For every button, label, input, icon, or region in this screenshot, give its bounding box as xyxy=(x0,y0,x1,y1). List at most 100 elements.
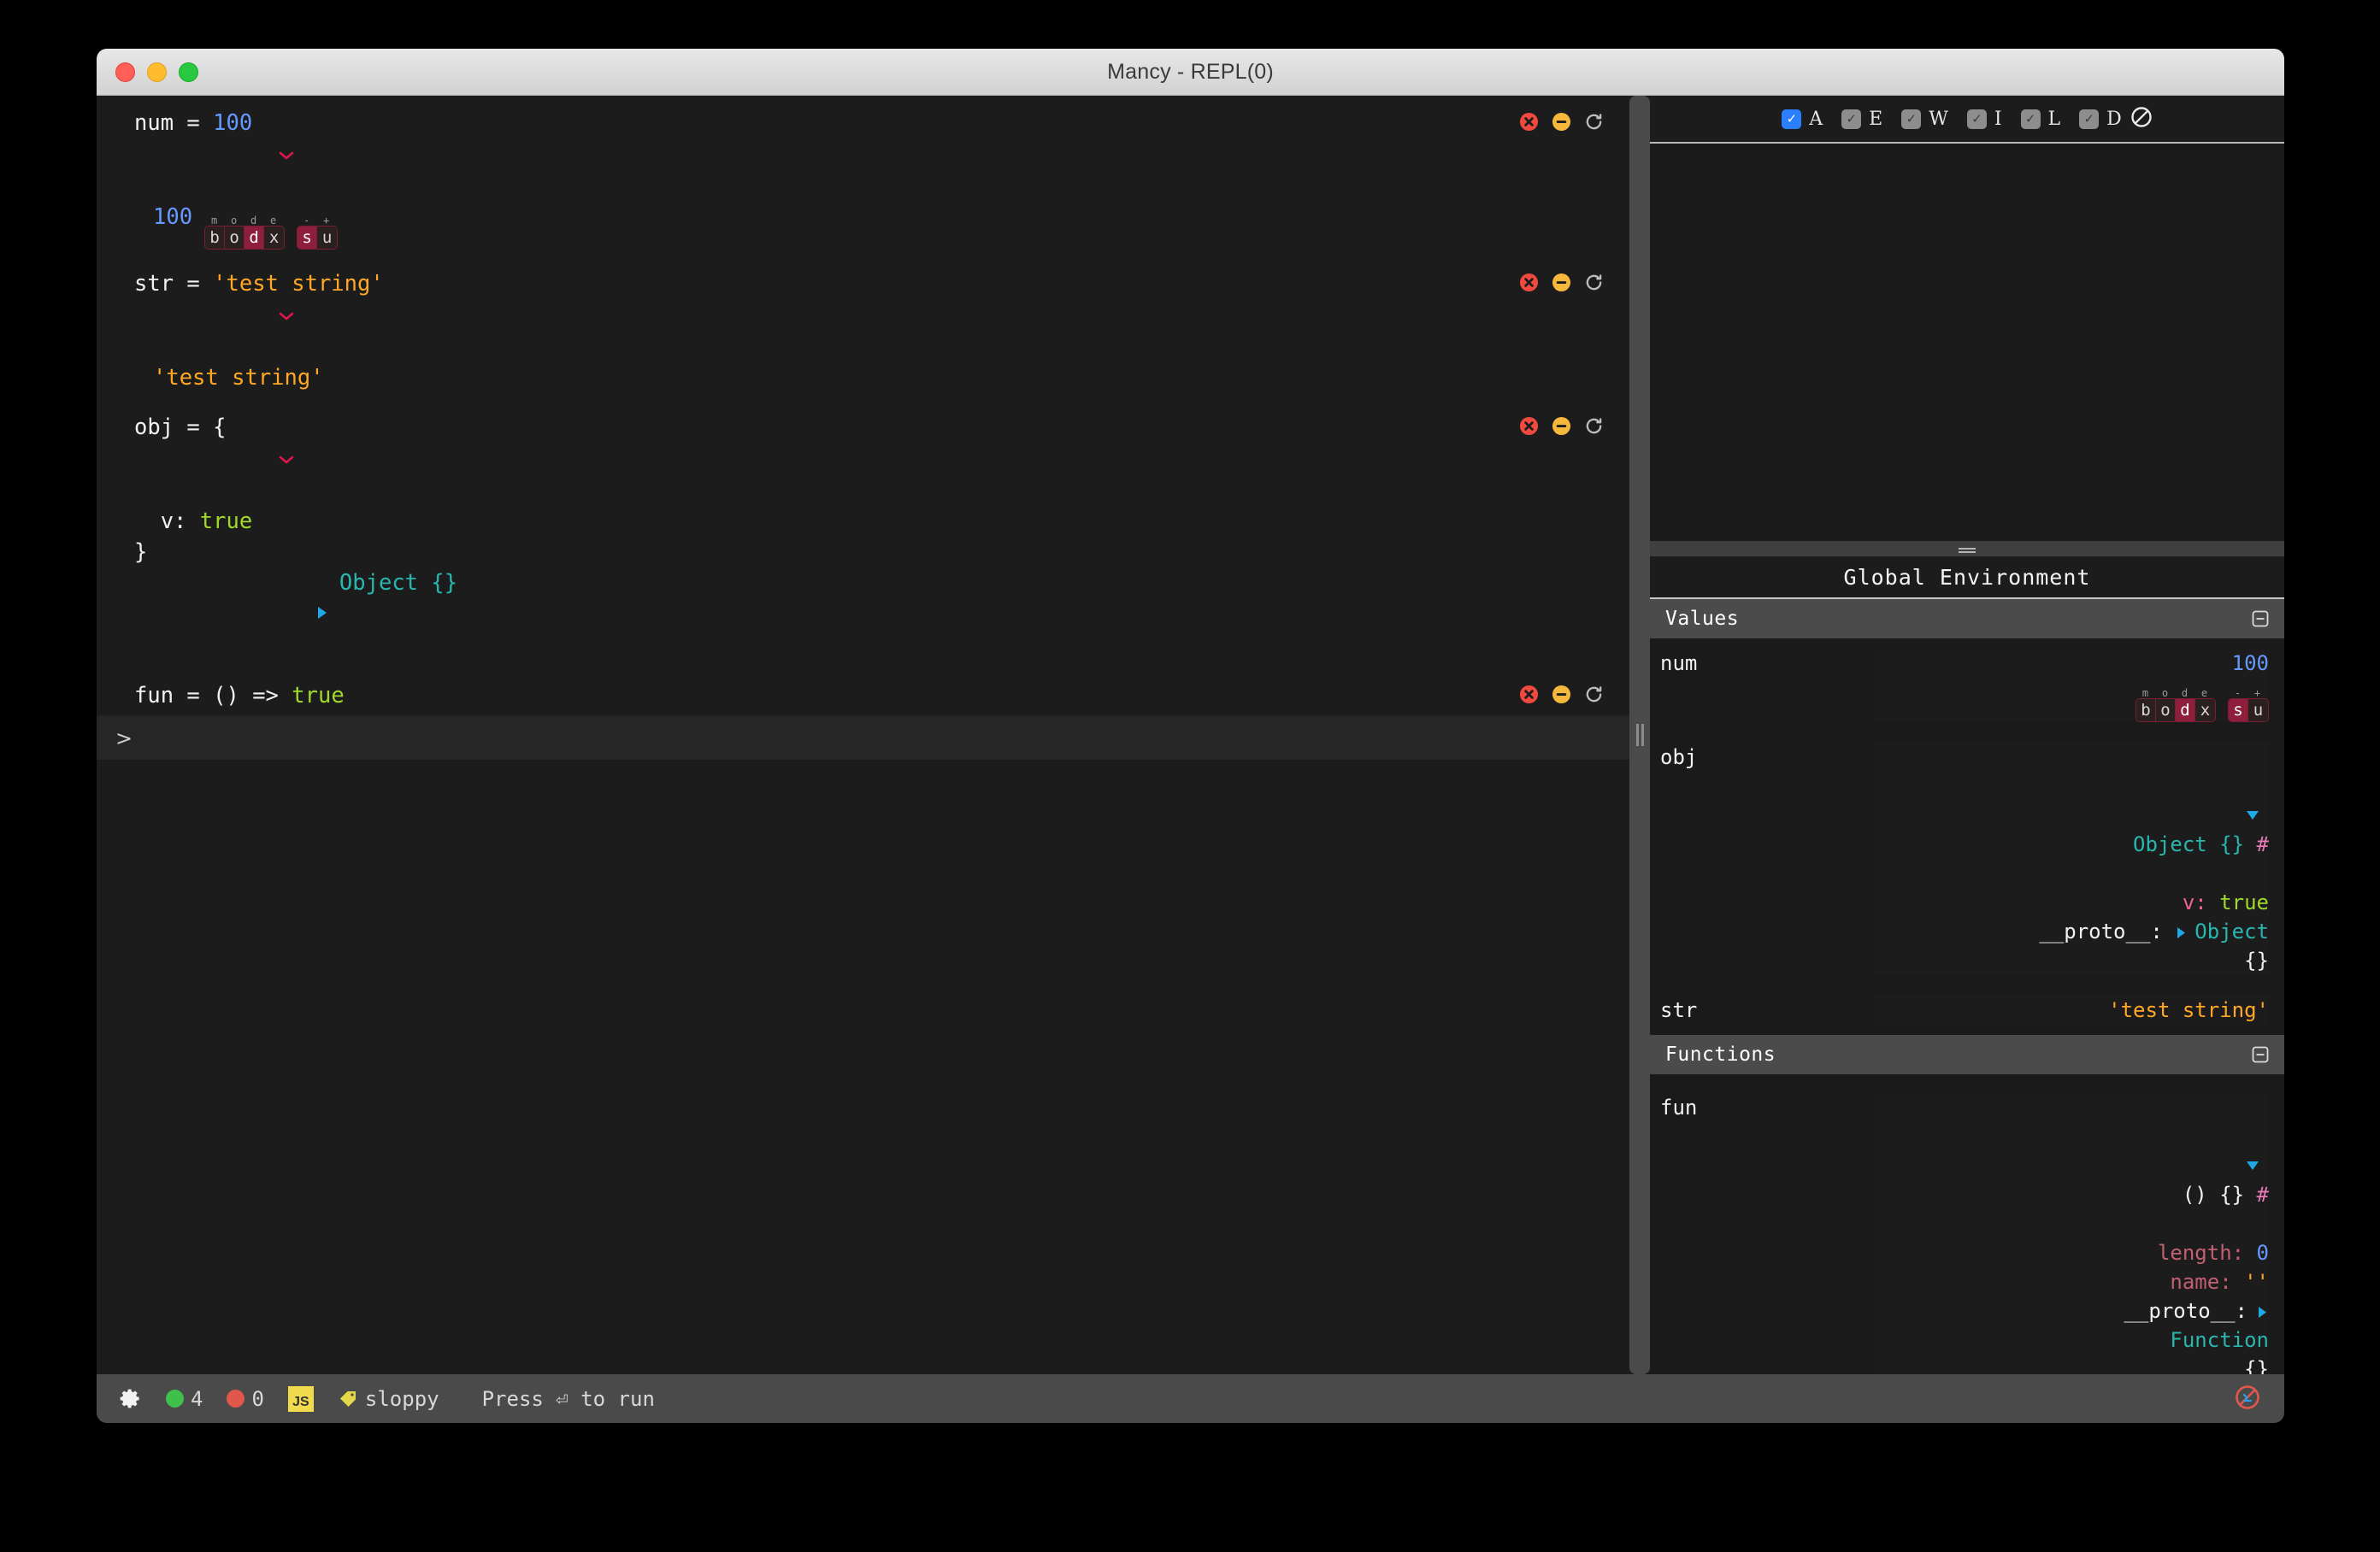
warning-icon[interactable] xyxy=(1552,685,1571,704)
filter-warn[interactable]: ✓ W xyxy=(1901,109,1948,130)
repl-input-name: num xyxy=(134,110,174,136)
env-row-str[interactable]: str 'test string' xyxy=(1650,985,2284,1035)
sign-cell-s[interactable]: s xyxy=(2229,699,2248,721)
filter-debug[interactable]: ✓ D xyxy=(2079,109,2122,130)
collapse-chevron-icon[interactable] xyxy=(97,109,294,202)
env-prop-key: name: xyxy=(2170,1270,2245,1294)
error-count: 0 xyxy=(227,1387,264,1411)
env-prop-key: length: xyxy=(2157,1241,2257,1265)
base-cell-d[interactable]: d xyxy=(244,226,265,249)
reload-icon[interactable] xyxy=(1584,416,1604,436)
tag-icon xyxy=(339,1390,356,1407)
base-cell-b[interactable]: b xyxy=(2136,699,2156,721)
base-cell-d[interactable]: d xyxy=(2176,699,2195,721)
filter-label: I xyxy=(1994,108,2002,130)
env-row-obj[interactable]: obj Object {} # v: true __proto__: Objec… xyxy=(1650,732,2284,985)
section-header-values[interactable]: Values xyxy=(1650,599,2284,638)
sign-cell-u[interactable]: u xyxy=(2248,699,2268,721)
collapse-chevron-icon[interactable] xyxy=(97,682,134,715)
base-cell-b[interactable]: b xyxy=(205,226,226,249)
checkbox-checked-icon[interactable]: ✓ xyxy=(1966,109,1987,129)
warning-icon[interactable] xyxy=(1552,416,1571,436)
base-cell-x[interactable]: x xyxy=(2195,699,2215,721)
clear-all-button[interactable] xyxy=(2235,1384,2260,1414)
filter-all[interactable]: ✓ A xyxy=(1782,109,1823,130)
reload-icon[interactable] xyxy=(1584,112,1604,132)
repl-input-value: 'test string' xyxy=(213,271,384,297)
warning-icon[interactable] xyxy=(1552,112,1571,132)
collapse-section-icon[interactable] xyxy=(2252,610,2269,627)
numeric-mode-badge[interactable]: mode b o d x - + s u xyxy=(204,215,339,250)
reload-icon[interactable] xyxy=(1584,685,1604,704)
section-title: Functions xyxy=(1665,1043,1776,1066)
checkbox-checked-icon[interactable]: ✓ xyxy=(2079,109,2100,129)
no-entry-icon xyxy=(2131,107,2152,127)
env-var-value: 'test string' xyxy=(1874,996,2269,1025)
env-var-value: 100 mode b o d x - + s u xyxy=(1874,649,2269,722)
reload-icon[interactable] xyxy=(1584,273,1604,292)
clear-console-button[interactable] xyxy=(2130,106,2153,132)
numeric-mode-badge[interactable]: mode b o d x - + s u xyxy=(2136,688,2269,722)
checkbox-checked-icon[interactable]: ✓ xyxy=(1841,109,1862,129)
error-icon[interactable] xyxy=(1519,112,1539,132)
mode-indicator[interactable]: sloppy xyxy=(338,1387,439,1411)
expand-triangle-icon[interactable] xyxy=(2247,1299,2269,1323)
number-base-group[interactable]: mode b o d x xyxy=(204,215,286,250)
js-badge-icon: JS xyxy=(287,1385,314,1412)
repl-input-prompt[interactable]: > xyxy=(97,715,1629,760)
env-row-fun[interactable]: fun () {} # length: 0 name: '' __proto__… xyxy=(1650,1074,2284,1374)
collapse-section-icon[interactable] xyxy=(2252,1046,2269,1063)
language-indicator[interactable]: JS xyxy=(287,1385,314,1412)
log-filter-toolbar: ✓ A ✓ E ✓ W ✓ I ✓ L ✓ D xyxy=(1650,96,2284,144)
number-sign-group[interactable]: - + s u xyxy=(2228,688,2269,722)
repl-input-value: 100 xyxy=(213,110,253,136)
sign-cell-s[interactable]: s xyxy=(298,226,318,249)
filter-error[interactable]: ✓ E xyxy=(1841,109,1882,130)
pane-splitter[interactable] xyxy=(1629,96,1650,1374)
repl-output-scroll[interactable]: num = 100 100 mode b o d x - + s u str =… xyxy=(97,96,1629,715)
checkbox-checked-icon[interactable]: ✓ xyxy=(2020,109,2041,129)
repl-input-line: num = 100 xyxy=(97,108,1629,202)
environment-scroll[interactable]: Values num 100 m o d e b o d x - + s u o… xyxy=(1650,599,2284,1374)
number-base-label: mode xyxy=(210,215,277,226)
collapse-chevron-icon[interactable] xyxy=(97,270,294,362)
expand-triangle-icon[interactable] xyxy=(2175,920,2194,944)
base-cell-o[interactable]: o xyxy=(2156,699,2176,721)
error-icon[interactable] xyxy=(1519,416,1539,436)
filter-info[interactable]: ✓ I xyxy=(1966,108,2002,130)
checkbox-checked-icon[interactable]: ✓ xyxy=(1901,109,1922,129)
run-hint-text: Press ⏎ to run xyxy=(481,1386,655,1411)
console-output-area[interactable] xyxy=(1650,144,2284,541)
inspector-resize-handle[interactable] xyxy=(1650,541,2284,556)
section-title: Values xyxy=(1665,608,1740,630)
collapse-chevron-icon[interactable] xyxy=(97,414,294,506)
number-sign-cells[interactable]: s u xyxy=(297,226,339,250)
sign-cell-u[interactable]: u xyxy=(317,226,338,249)
number-sign-cells[interactable]: s u xyxy=(2228,698,2269,722)
hash-icon: # xyxy=(2256,1183,2269,1207)
settings-button[interactable] xyxy=(119,1387,142,1410)
filter-log[interactable]: ✓ L xyxy=(2020,108,2061,130)
base-cell-o[interactable]: o xyxy=(225,226,245,249)
base-cell-x[interactable]: x xyxy=(264,226,285,249)
repl-input-eq: = xyxy=(186,683,200,708)
repl-output-line: Object {} xyxy=(97,567,1629,661)
number-base-cells[interactable]: b o d x xyxy=(204,226,286,250)
section-header-functions[interactable]: Functions xyxy=(1650,1035,2284,1074)
repl-output-value: 'test string' xyxy=(153,365,324,391)
environment-title: Global Environment xyxy=(1650,556,2284,599)
error-icon[interactable] xyxy=(1519,685,1539,704)
error-icon[interactable] xyxy=(1519,273,1539,292)
env-num-value: 100 xyxy=(2231,651,2269,675)
number-base-group[interactable]: mode b o d x xyxy=(2136,688,2216,722)
number-base-cells[interactable]: b o d x xyxy=(2136,698,2216,722)
warning-icon[interactable] xyxy=(1552,273,1571,292)
env-row-num[interactable]: num 100 mode b o d x - + s u xyxy=(1650,638,2284,732)
filter-label: E xyxy=(1869,108,1883,130)
filter-label: L xyxy=(2047,108,2061,130)
checkbox-checked-icon[interactable]: ✓ xyxy=(1782,109,1802,129)
run-hint: Press ⏎ to run xyxy=(482,1387,655,1411)
status-bar: 4 0 JS sloppy Press ⏎ to run xyxy=(97,1374,2284,1423)
number-sign-group[interactable]: - + s u xyxy=(297,215,339,250)
expand-triangle-icon[interactable] xyxy=(134,569,339,661)
